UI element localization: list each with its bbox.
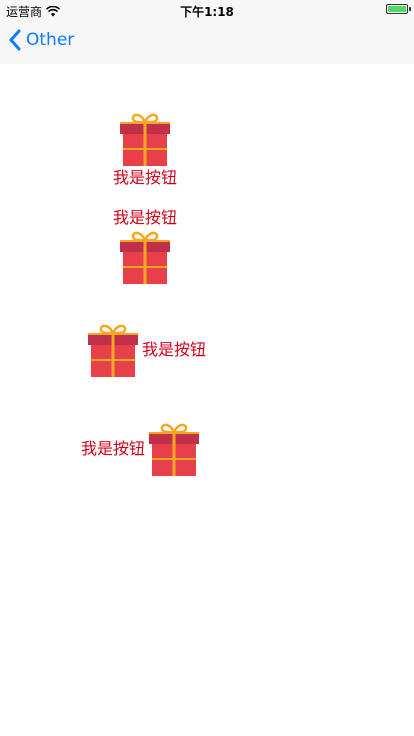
gift-icon	[120, 113, 170, 166]
gift-button-title-top[interactable]: 我是按钮	[113, 208, 177, 286]
button-label: 我是按钮	[142, 340, 207, 359]
button-label: 我是按钮	[81, 439, 146, 458]
status-time: 下午1:18	[180, 5, 234, 19]
status-bar: 运营商 下午1:18	[0, 0, 414, 20]
status-right	[386, 4, 411, 14]
button-label: 我是按钮	[113, 208, 178, 227]
gift-button-image-top[interactable]: 我是按钮	[113, 110, 177, 188]
button-label: 我是按钮	[113, 168, 178, 187]
battery-icon	[386, 4, 411, 14]
navigation-bar: Other	[0, 20, 414, 64]
gift-button-image-left[interactable]: 我是按钮	[84, 321, 206, 379]
back-button[interactable]: Other	[8, 29, 74, 51]
gift-button-title-left[interactable]: 我是按钮	[81, 420, 203, 478]
gift-icon	[120, 231, 170, 284]
back-label: Other	[26, 30, 75, 50]
gift-icon	[88, 324, 138, 377]
chevron-left-icon	[9, 29, 21, 51]
gift-icon	[149, 423, 200, 476]
